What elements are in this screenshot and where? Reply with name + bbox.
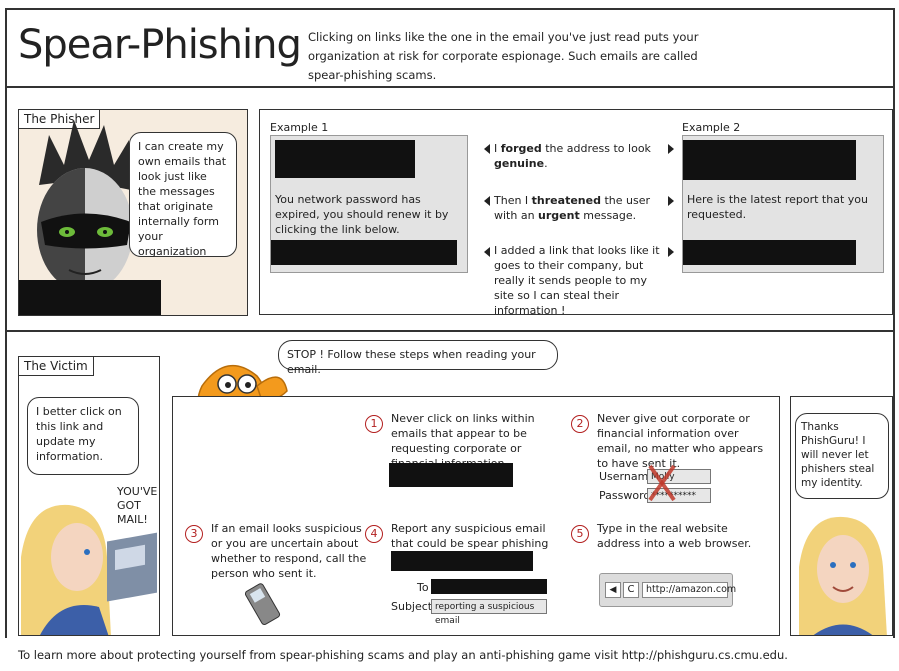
example-2-email: Here is the latest report that you reque… <box>682 135 884 273</box>
to-field[interactable] <box>431 579 547 594</box>
password-label: Password <box>599 489 651 502</box>
thanks-panel: Thanks PhishGuru! I will never let phish… <box>790 396 893 636</box>
arrow-left-icon <box>484 247 490 257</box>
redacted-block <box>683 140 856 180</box>
refresh-button[interactable]: C <box>623 582 639 598</box>
redacted-block <box>275 140 415 178</box>
note-bold: threatened <box>531 194 601 207</box>
step-1-text: Never click on links within emails that … <box>391 412 535 470</box>
note-text: the address to look <box>541 142 651 155</box>
victim-illustration <box>21 504 157 635</box>
outer-left-border <box>5 8 7 638</box>
footer-text: To learn more about protecting yourself … <box>18 648 788 662</box>
cross-out-icon <box>648 464 676 502</box>
victim-label: The Victim <box>19 357 94 376</box>
phone-icon <box>245 583 281 625</box>
step-5-number: 5 <box>571 525 589 543</box>
outer-top-border <box>5 8 895 10</box>
step-3-number: 3 <box>185 525 203 543</box>
note-link: I added a link that looks like it goes t… <box>494 244 660 317</box>
arrow-left-icon <box>484 196 490 206</box>
subject-field[interactable]: reporting a suspicious email <box>431 599 547 626</box>
step-3-text: If an email looks suspicious or you are … <box>211 522 367 580</box>
note-bold: genuine <box>494 157 545 170</box>
victim-happy-illustration <box>799 516 887 635</box>
header-divider <box>5 86 895 88</box>
note-threatened: Then I threatened the user with an urgen… <box>494 193 664 223</box>
note-forged: I forged the address to look genuine. <box>494 141 664 171</box>
browser-bar: ◀ C http://amazon.com <box>599 573 736 607</box>
to-label: To <box>417 581 429 594</box>
subject-label: Subject <box>391 600 433 613</box>
step-1-number: 1 <box>365 415 383 433</box>
redacted-block <box>19 280 161 315</box>
victim-speech-bubble: I better click on this link and update m… <box>27 397 139 475</box>
phisher-speech-bubble: I can create my own emails that look jus… <box>129 132 237 258</box>
arrow-left-icon <box>484 144 490 154</box>
redacted-link <box>271 240 457 265</box>
url-field[interactable]: http://amazon.com <box>642 582 736 598</box>
step-5-text: Type in the real website address into a … <box>597 522 752 550</box>
note-bold: forged <box>500 142 542 155</box>
redacted-link <box>683 240 856 265</box>
arrow-right-icon <box>668 247 674 257</box>
page-title: Spear-Phishing <box>18 22 302 68</box>
phisher-panel: The Phisher I can create my own emails t… <box>18 109 248 316</box>
step-2-text: Never give out corporate or financial in… <box>597 412 764 470</box>
back-button[interactable]: ◀ <box>605 582 621 598</box>
mid-divider <box>5 330 895 332</box>
note-bold: urgent <box>538 209 580 222</box>
outer-right-border <box>893 8 895 638</box>
example-1-label: Example 1 <box>270 121 329 134</box>
steps-panel: 1 Never click on links within emails tha… <box>172 396 780 636</box>
victim-panel: The Victim I better click on this link a… <box>18 356 160 636</box>
step-2-number: 2 <box>571 415 589 433</box>
example-1-email: You network password has expired, you sh… <box>270 135 468 273</box>
examples-panel: Example 1 You network password has expir… <box>259 109 893 317</box>
note-text: Then I <box>494 194 532 207</box>
example-2-label: Example 2 <box>682 121 741 134</box>
step-4-number: 4 <box>365 525 383 543</box>
example-2-body: Here is the latest report that you reque… <box>687 193 868 221</box>
redacted-link <box>389 463 513 487</box>
guru-speech-bubble: STOP ! Follow these steps when reading y… <box>278 340 558 376</box>
arrow-right-icon <box>668 144 674 154</box>
arrow-right-icon <box>668 196 674 206</box>
intro-text: Clicking on links like the one in the em… <box>308 30 699 82</box>
redacted-address <box>391 551 533 571</box>
thanks-speech-bubble: Thanks PhishGuru! I will never let phish… <box>795 413 889 499</box>
note-text: . <box>544 157 548 170</box>
note-text: I <box>494 142 501 155</box>
note-text: message. <box>579 209 637 222</box>
example-1-body: You network password has expired, you sh… <box>275 193 449 236</box>
